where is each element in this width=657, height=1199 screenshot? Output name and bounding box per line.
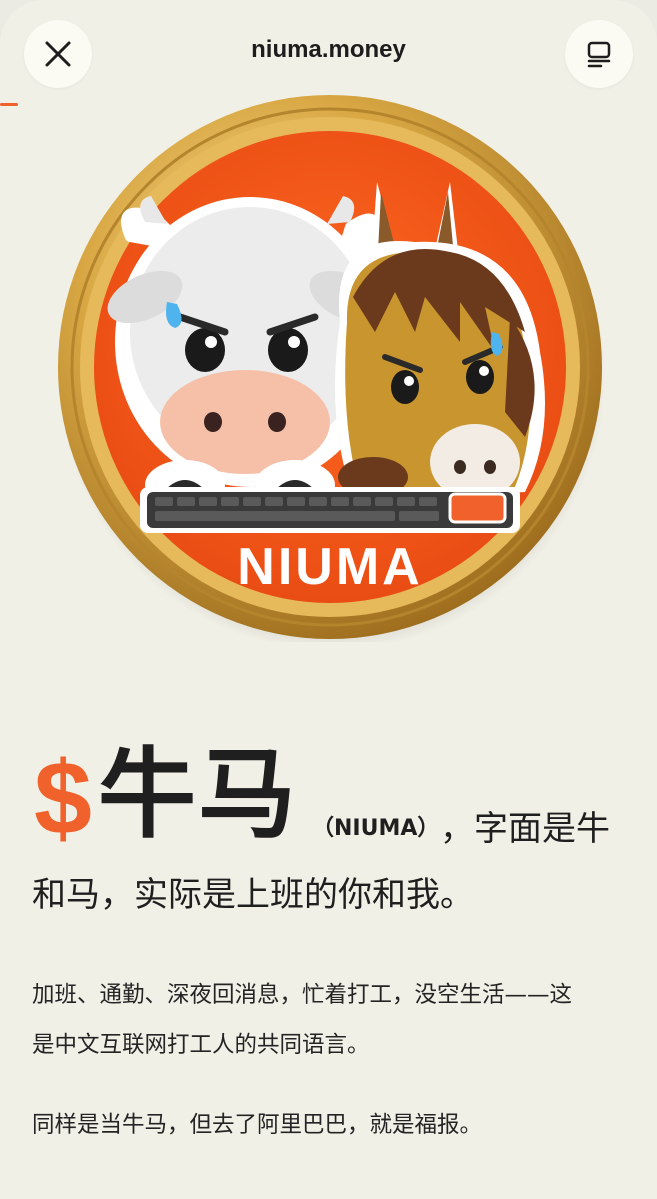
niuma-coin-logo: NIUMA — [55, 92, 605, 642]
body-paragraph-1: 加班、通勤、深夜回消息，忙着打工，没空生活——这 是中文互联网打工人的共同语言。 — [32, 970, 632, 1070]
keyboard-icon — [140, 487, 520, 533]
headline-line-1: $ 牛马 （NIUMA） ，字面是牛 — [32, 742, 632, 862]
para1-line-2: 是中文互联网打工人的共同语言。 — [32, 1032, 370, 1058]
ticker-dollar-sign: $ — [34, 741, 92, 857]
headline-text-2: 和马，实际是上班的你和我。 — [32, 875, 474, 915]
para1-line-1: 加班、通勤、深夜回消息，忙着打工，没空生活——这 — [32, 982, 573, 1008]
accent-dash — [0, 103, 18, 106]
tabs-icon — [587, 41, 611, 68]
headline: $ 牛马 （NIUMA） ，字面是牛 和马，实际是上班的你和我。 — [32, 742, 632, 912]
tabs-button[interactable] — [565, 20, 633, 88]
site-title: niuma.money — [251, 36, 406, 63]
page-sheet: niuma.money NIUMA $ 牛马 （NIUMA） ，字面是牛 和马，… — [0, 0, 657, 1199]
headline-text-1: ，字面是牛 — [440, 809, 610, 849]
ticker-name: 牛马 — [98, 738, 299, 852]
coin-label: NIUMA — [237, 538, 422, 596]
ticker-english: （NIUMA） — [312, 816, 440, 841]
body-paragraph-2: 同样是当牛马，但去了阿里巴巴，就是福报。 — [32, 1112, 483, 1138]
